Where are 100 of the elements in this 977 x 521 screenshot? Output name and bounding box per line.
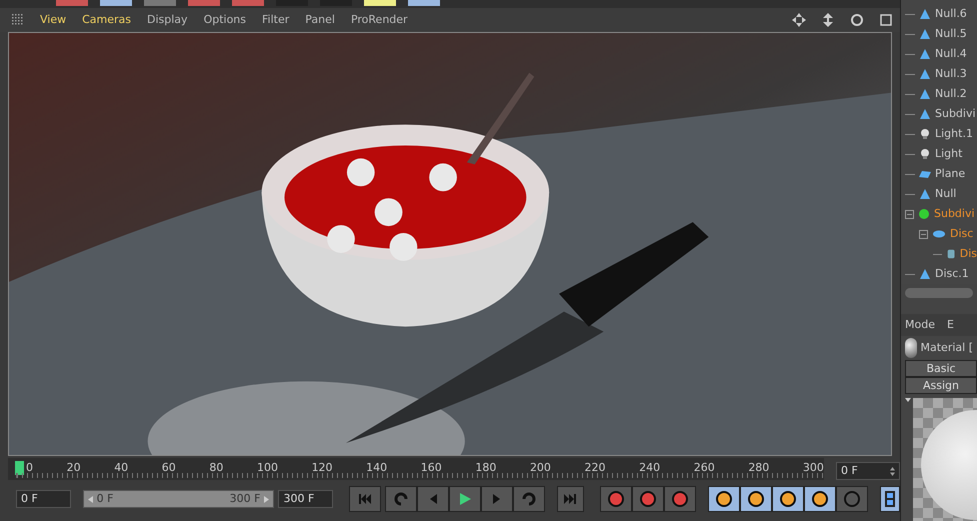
material-label: Material [	[920, 340, 973, 356]
current-frame-field[interactable]: 0 F	[836, 462, 900, 480]
tick-label: 240	[639, 460, 660, 476]
light-bulb-icon	[919, 148, 931, 160]
film-strip-icon	[884, 491, 896, 507]
object-row[interactable]: Light	[901, 144, 977, 164]
object-row[interactable]: Disc	[901, 224, 977, 244]
menu-item[interactable]: E	[946, 316, 954, 334]
record-keys-button[interactable]	[600, 486, 632, 512]
menu-item[interactable]: Display	[147, 12, 188, 28]
object-name: Null.2	[935, 86, 967, 102]
end-frame-field[interactable]: 300 F	[278, 490, 334, 508]
polygon-icon	[946, 248, 956, 260]
maximize-view-icon[interactable]	[880, 14, 892, 26]
disc-icon	[932, 229, 946, 239]
object-row[interactable]: Null.5	[901, 24, 977, 44]
menu-item[interactable]: Cameras	[82, 12, 132, 28]
object-name: Light.1	[935, 126, 973, 142]
object-row[interactable]: Disc.1	[901, 264, 977, 284]
null-object-icon	[919, 188, 931, 200]
menu-item[interactable]: View	[40, 12, 66, 28]
tick-label: 220	[584, 460, 606, 476]
object-row[interactable]: Light.1	[901, 124, 977, 144]
tick-label: 0	[26, 460, 33, 476]
object-row[interactable]: Subdivi	[901, 104, 977, 124]
rotate-view-icon[interactable]	[850, 13, 864, 27]
object-row[interactable]: Subdivi	[901, 204, 977, 224]
skip-end-icon	[563, 493, 578, 505]
start-frame-field[interactable]: 0 F	[16, 490, 71, 508]
collapse-toggle-icon[interactable]	[905, 210, 914, 218]
grip-icon[interactable]	[12, 14, 24, 26]
object-name: Disc	[950, 226, 974, 242]
object-name: Null.3	[935, 66, 967, 82]
skip-start-icon	[358, 493, 372, 505]
next-key-button[interactable]	[513, 486, 546, 512]
object-row[interactable]: Null	[901, 184, 977, 204]
object-name: Null.4	[935, 46, 967, 62]
object-name: Plane	[935, 166, 966, 182]
menu-item[interactable]: Mode	[905, 316, 935, 334]
tick-label: 160	[420, 460, 442, 476]
tick-label: 200	[530, 460, 551, 476]
object-row[interactable]: Null.3	[901, 64, 977, 84]
position-key-button[interactable]	[708, 486, 740, 512]
subdivision-icon	[918, 208, 930, 220]
playhead[interactable]	[15, 461, 24, 475]
null-object-icon	[919, 8, 931, 20]
object-row[interactable]: Plane	[901, 164, 977, 184]
timeline-ruler[interactable]: 0 20 40 60 80 100 120 140 160 180 200 220 240 260 280 300	[8, 458, 824, 480]
object-row[interactable]: Null.2	[901, 84, 977, 104]
collapse-toggle-icon[interactable]	[919, 230, 928, 238]
object-name: Disc.1	[935, 266, 969, 282]
horizontal-scrollbar[interactable]	[905, 288, 973, 298]
object-row[interactable]: Null.6	[901, 4, 977, 24]
tick-label: 40	[114, 460, 128, 476]
null-object-icon	[919, 88, 931, 100]
null-object-icon	[919, 48, 931, 60]
spinner-arrows-icon[interactable]	[890, 466, 895, 476]
range-start-label: 0 F	[96, 490, 114, 507]
menu-item[interactable]: ProRender	[350, 12, 408, 28]
frame-range-slider[interactable]: 0 F 300 F	[84, 491, 274, 507]
forward-icon	[522, 492, 536, 506]
zoom-view-icon[interactable]	[822, 13, 834, 27]
tick-label: 60	[162, 460, 176, 476]
menu-item[interactable]: Filter	[262, 12, 290, 28]
tick-label: 20	[66, 460, 81, 476]
object-row[interactable]: Null.4	[901, 44, 977, 64]
play-button[interactable]	[449, 486, 482, 512]
object-name: Null.6	[935, 6, 967, 22]
scale-key-button[interactable]	[740, 486, 772, 512]
attribute-tab[interactable]: Basic	[905, 360, 977, 377]
go-to-start-button[interactable]	[349, 486, 382, 512]
object-name: Dis	[960, 246, 977, 262]
light-bulb-icon	[919, 128, 931, 140]
tick-label: 80	[209, 460, 224, 476]
film-button[interactable]	[880, 486, 900, 512]
tick-label: 100	[256, 460, 278, 476]
menu-item[interactable]: Options	[204, 12, 246, 28]
tick-label: 300	[802, 460, 824, 476]
attribute-tab[interactable]: Assign	[905, 377, 977, 394]
object-name: Null.5	[935, 26, 967, 42]
left-arrow-icon[interactable]	[88, 496, 93, 502]
move-view-icon[interactable]	[792, 13, 806, 27]
right-arrow-icon[interactable]	[264, 496, 270, 502]
tick-label: 120	[312, 460, 333, 476]
null-object-icon	[919, 28, 931, 40]
go-to-end-button[interactable]	[557, 486, 584, 512]
object-name: Subdivi	[934, 206, 975, 222]
null-object-icon	[919, 68, 931, 80]
keyframe-help-button[interactable]	[664, 486, 696, 512]
parameter-key-button[interactable]	[804, 486, 836, 512]
rotation-key-button[interactable]	[772, 486, 804, 512]
range-end-label: 300 F	[230, 490, 260, 507]
collapse-arrow-icon[interactable]	[905, 398, 911, 402]
object-row[interactable]: Dis	[901, 244, 977, 264]
menu-item[interactable]: Panel	[305, 12, 335, 28]
play-icon	[458, 492, 472, 506]
autokey-button[interactable]	[632, 486, 664, 512]
object-name: Light	[935, 146, 962, 162]
tick-label: 280	[748, 460, 770, 476]
previous-key-button[interactable]	[385, 486, 418, 512]
